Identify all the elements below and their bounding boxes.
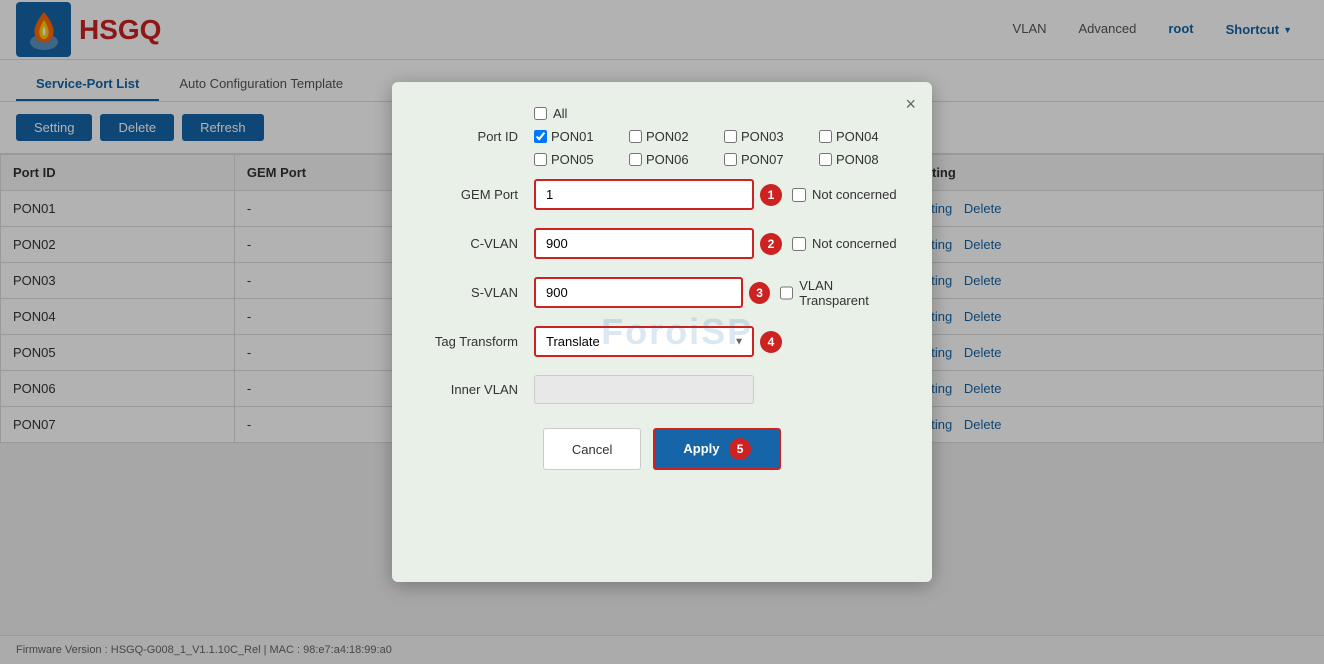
- gem-not-concerned-label: Not concerned: [792, 187, 897, 202]
- pon04-label: PON04: [836, 129, 879, 144]
- apply-button[interactable]: Apply 5: [653, 428, 781, 470]
- tag-transform-select[interactable]: Translate Add Remove Replace: [534, 326, 754, 357]
- pon03-checkbox[interactable]: [724, 130, 737, 143]
- cancel-button[interactable]: Cancel: [543, 428, 641, 470]
- gem-port-label: GEM Port: [424, 187, 534, 202]
- port-id-label: Port ID: [424, 129, 534, 144]
- tag-transform-select-wrapper: Translate Add Remove Replace: [534, 326, 754, 357]
- cvlan-step-badge: 2: [760, 233, 782, 255]
- pon08-item: PON08: [819, 152, 914, 167]
- pon02-item: PON02: [629, 129, 724, 144]
- all-checkbox-row: All: [534, 106, 914, 121]
- cvlan-not-concerned-label: Not concerned: [792, 236, 897, 251]
- pon08-label: PON08: [836, 152, 879, 167]
- port-checkboxes: All PON01 PON02 PON03: [534, 106, 914, 167]
- svlan-input[interactable]: [534, 277, 743, 308]
- pon02-checkbox[interactable]: [629, 130, 642, 143]
- pon02-label: PON02: [646, 129, 689, 144]
- pon05-label: PON05: [551, 152, 594, 167]
- modal: × Port ID All PON01 PON02: [392, 82, 932, 582]
- pon06-checkbox[interactable]: [629, 153, 642, 166]
- all-checkbox[interactable]: [534, 107, 547, 120]
- modal-close-button[interactable]: ×: [905, 94, 916, 115]
- tag-transform-row: Tag Transform Translate Add Remove Repla…: [424, 326, 900, 357]
- cvlan-row: C-VLAN 2 Not concerned: [424, 228, 900, 259]
- pon07-item: PON07: [724, 152, 819, 167]
- pon04-item: PON04: [819, 129, 914, 144]
- apply-step-badge: 5: [729, 438, 751, 460]
- pon04-checkbox[interactable]: [819, 130, 832, 143]
- all-label: All: [553, 106, 567, 121]
- gem-port-row: GEM Port 1 Not concerned: [424, 179, 900, 210]
- pon06-label: PON06: [646, 152, 689, 167]
- tag-transform-label: Tag Transform: [424, 334, 534, 349]
- svlan-label: S-VLAN: [424, 285, 534, 300]
- tag-transform-step-badge: 4: [760, 331, 782, 353]
- svlan-row: S-VLAN 3 VLAN Transparent: [424, 277, 900, 308]
- gem-port-input[interactable]: [534, 179, 754, 210]
- pon06-item: PON06: [629, 152, 724, 167]
- svlan-step-badge: 3: [749, 282, 770, 304]
- inner-vlan-input[interactable]: [534, 375, 754, 404]
- pon07-checkbox[interactable]: [724, 153, 737, 166]
- inner-vlan-row: Inner VLAN: [424, 375, 900, 404]
- pon01-checkbox[interactable]: [534, 130, 547, 143]
- modal-overlay: × Port ID All PON01 PON02: [0, 0, 1324, 664]
- inner-vlan-label: Inner VLAN: [424, 382, 534, 397]
- pon05-item: PON05: [534, 152, 629, 167]
- pon-row-2: PON05 PON06 PON07 PON08: [534, 152, 914, 167]
- port-id-row: Port ID All PON01 PON02: [424, 106, 900, 167]
- pon05-checkbox[interactable]: [534, 153, 547, 166]
- svlan-vlan-transparent-checkbox[interactable]: [780, 286, 793, 300]
- pon07-label: PON07: [741, 152, 784, 167]
- modal-footer: Cancel Apply 5: [424, 428, 900, 470]
- pon03-item: PON03: [724, 129, 819, 144]
- gem-port-step-badge: 1: [760, 184, 782, 206]
- cvlan-input[interactable]: [534, 228, 754, 259]
- cvlan-not-concerned-checkbox[interactable]: [792, 237, 806, 251]
- pon01-item: PON01: [534, 129, 629, 144]
- svlan-vlan-transparent-label: VLAN Transparent: [780, 278, 900, 308]
- pon01-label: PON01: [551, 129, 594, 144]
- pon03-label: PON03: [741, 129, 784, 144]
- gem-not-concerned-checkbox[interactable]: [792, 188, 806, 202]
- cvlan-label: C-VLAN: [424, 236, 534, 251]
- pon-row-1: PON01 PON02 PON03 PON04: [534, 129, 914, 144]
- pon08-checkbox[interactable]: [819, 153, 832, 166]
